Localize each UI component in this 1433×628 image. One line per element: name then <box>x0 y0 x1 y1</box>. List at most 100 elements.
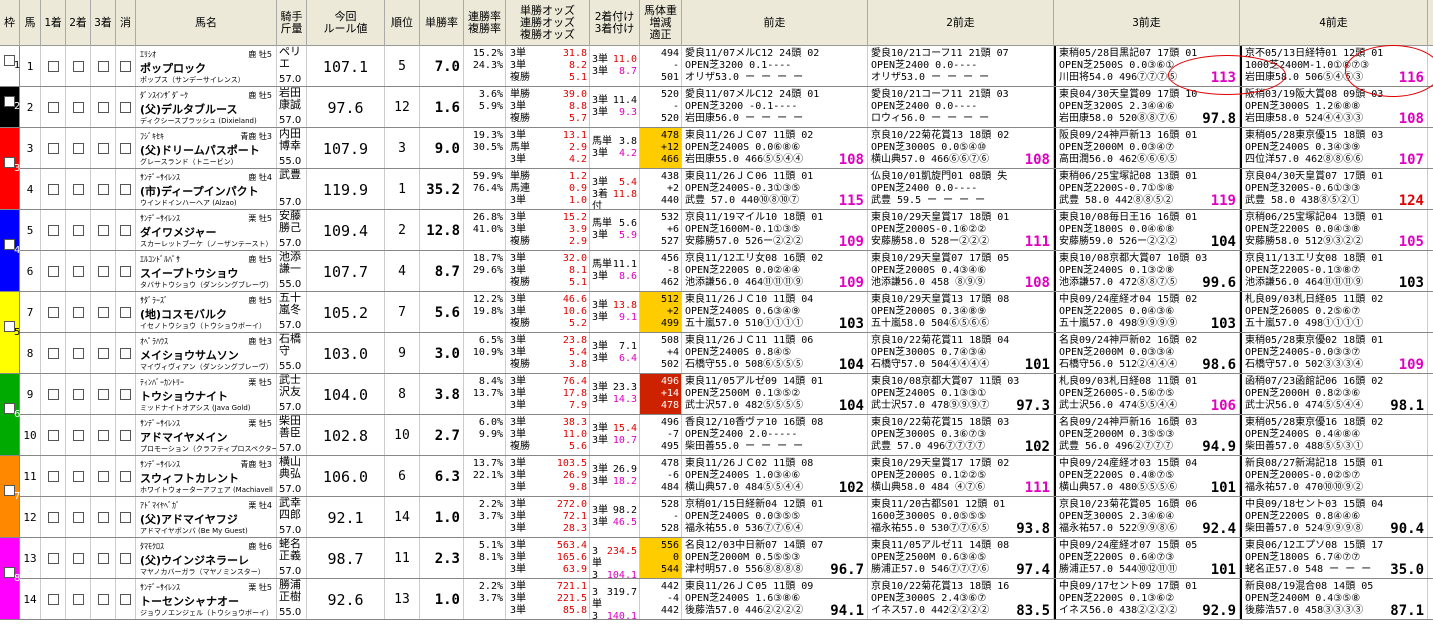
horse-name-cell[interactable]: ﾀﾞﾝｽｲﾝｻﾞﾀﾞｰｸ 鹿 牡5 (父)デルタブルース ディクシースプラッシュ (D… <box>136 87 277 127</box>
horse-name-cell[interactable]: ｴﾙｺﾝﾄﾞﾙﾊﾟｻ 鹿 牡5 スイープトウショウ タバサトウショウ（ダンシングブレー… <box>136 251 277 291</box>
check-scratch-checkbox[interactable] <box>120 553 131 564</box>
check-scratch-checkbox[interactable] <box>120 225 131 236</box>
check-3rd-checkbox[interactable] <box>97 471 109 482</box>
odds-line: 3単 31.8 <box>506 48 589 60</box>
horse-name[interactable]: (地)コスモバルク <box>140 306 227 322</box>
horse-name[interactable]: (市)ディープインパクト <box>140 183 259 199</box>
body-weight-line: 0 <box>672 552 679 563</box>
check-3rd-cell <box>91 87 116 127</box>
check-1st-checkbox[interactable] <box>47 553 59 564</box>
check-2nd-checkbox[interactable] <box>72 594 84 605</box>
check-3rd-checkbox[interactable] <box>97 307 109 318</box>
check-scratch-checkbox[interactable] <box>120 266 131 277</box>
check-1st-checkbox[interactable] <box>47 594 59 605</box>
check-2nd-checkbox[interactable] <box>72 553 84 564</box>
horse-number: 5 <box>20 210 41 250</box>
check-2nd-checkbox[interactable] <box>72 307 84 318</box>
horse-name-cell[interactable]: ｻﾝﾃﾞｰｻｲﾚﾝｽ 鹿 牡4 (市)ディープインパクト ウインドインハーヘア (Al… <box>136 169 277 209</box>
check-3rd-checkbox[interactable] <box>97 61 109 72</box>
check-1st-checkbox[interactable] <box>47 143 59 154</box>
race-jockey: 石橋守57.0 504④④④④ <box>871 359 990 370</box>
check-3rd-checkbox[interactable] <box>97 594 109 605</box>
horse-name-cell[interactable]: ｻﾝﾃﾞｰｻｲﾚﾝｽ 栗 牡5 アドマイヤメイン プロモーション（クラフティプロスペク… <box>136 415 277 455</box>
horse-name-cell[interactable]: ｱﾄﾞﾏｲﾔﾍﾞｶﾞ 栗 牡4 (父)アドマイヤフジ アドマイヤボンバ (Be My … <box>136 497 277 537</box>
check-1st-checkbox[interactable] <box>47 61 59 72</box>
check-scratch-checkbox[interactable] <box>120 184 131 195</box>
check-scratch-checkbox[interactable] <box>120 102 131 113</box>
jockey-weight: 57.0 <box>279 197 302 208</box>
prev-race-p4: 京良11/13エリ女08 18頭 01 OPEN芝2200S-0.1③⑧⑦ 池添謙5… <box>1240 251 1428 291</box>
check-2nd-checkbox[interactable] <box>72 348 84 359</box>
horse-name-cell[interactable]: ｻﾝﾃﾞｰｻｲﾚﾝｽ 栗 牡5 トーセンシャナオー ジョウノエンジェル（トウショウボー… <box>136 579 277 619</box>
horse-name[interactable]: スウィフトカレント <box>140 470 239 486</box>
check-2nd-checkbox[interactable] <box>72 102 84 113</box>
check-3rd-checkbox[interactable] <box>97 430 109 441</box>
horse-name-cell[interactable]: ｻﾀﾞﾗｰｽﾞ 鹿 牡5 (地)コスモバルク イセノトウショウ（トウショウボーイ） <box>136 292 277 332</box>
check-scratch-checkbox[interactable] <box>120 389 131 400</box>
horse-name[interactable]: (父)アドマイヤフジ <box>140 511 238 527</box>
horse-name-cell[interactable]: ﾀﾏﾓｸﾛｽ 鹿 牡6 (父)ウインジネラーレ マヤノカバーガラ（マヤノミンスター） <box>136 538 277 578</box>
horse-name[interactable]: メイショウサムソン <box>140 347 239 363</box>
prev-race-p1: 香良12/10香ヴァ10 16頭 08 OPEN芝2400 2.0----- 柴田善… <box>682 415 868 455</box>
check-1st-checkbox[interactable] <box>47 471 59 482</box>
check-2nd-checkbox[interactable] <box>72 512 84 523</box>
race-score: 108 <box>1398 111 1424 127</box>
horse-name[interactable]: ダイワメジャー <box>140 224 216 240</box>
horse-name[interactable]: (父)デルタブルース <box>140 101 238 117</box>
check-3rd-checkbox[interactable] <box>97 266 109 277</box>
horse-name[interactable]: トーセンシャナオー <box>140 593 239 609</box>
race-line-3: 池添謙56.0 464⑪⑪⑪⑨ 103 <box>1245 276 1424 290</box>
horse-name-cell[interactable]: ﾌｼﾞｷｾｷ 青鹿 牡3 (父)ドリームパスポート グレースランド（トニービン） <box>136 128 277 168</box>
check-2nd-checkbox[interactable] <box>72 143 84 154</box>
horse-name-cell[interactable]: ｴﾘｼｵ 鹿 牡5 ポップロック ポップス（サンデーサイレンス） <box>136 46 277 86</box>
check-3rd-checkbox[interactable] <box>97 143 109 154</box>
horse-name[interactable]: アドマイヤメイン <box>140 429 227 445</box>
check-1st-checkbox[interactable] <box>47 225 59 236</box>
check-scratch-checkbox[interactable] <box>120 143 131 154</box>
check-1st-checkbox[interactable] <box>47 184 59 195</box>
check-scratch-checkbox[interactable] <box>120 430 131 441</box>
race-line-3: 池添謙57.0 472⑧⑧⑦⑤ 99.6 <box>1059 276 1236 290</box>
race-jockey: 福永祐55.0 530⑦⑦⑥⑤ <box>871 523 990 534</box>
horse-name[interactable]: (父)ドリームパスポート <box>140 142 260 158</box>
horse-name[interactable]: (父)ウインジネラーレ <box>140 552 249 568</box>
horse-name[interactable]: ポップロック <box>140 60 206 76</box>
check-2nd-checkbox[interactable] <box>72 184 84 195</box>
check-2nd-checkbox[interactable] <box>72 225 84 236</box>
prev-race-p1: 東良11/26ＪＣ07 11頭 02 OPEN芝2400S 0.0⑥⑧⑥ 岩田康55… <box>682 128 868 168</box>
check-scratch-checkbox[interactable] <box>120 348 131 359</box>
horse-name-cell[interactable]: ｻﾝﾃﾞｰｻｲﾚﾝｽ 栗 牡5 ダイワメジャー スカーレットブーケ（ノーザンテースト） <box>136 210 277 250</box>
check-2nd-checkbox[interactable] <box>72 61 84 72</box>
check-3rd-checkbox[interactable] <box>97 348 109 359</box>
dam-line: ジョウノエンジェル（トウショウボーイ） <box>140 609 273 617</box>
check-3rd-checkbox[interactable] <box>97 225 109 236</box>
race-score: 93.8 <box>1016 521 1050 537</box>
check-2nd-checkbox[interactable] <box>72 389 84 400</box>
check-1st-checkbox[interactable] <box>47 266 59 277</box>
horse-name[interactable]: トウショウナイト <box>140 388 228 404</box>
horse-name[interactable]: スイープトウショウ <box>140 265 238 281</box>
check-2nd-checkbox[interactable] <box>72 430 84 441</box>
horse-name-cell[interactable]: ﾃｨﾝﾊﾞｰｶﾝﾄﾘｰ 栗 牡5 トウショウナイト ミッドナイトオアシス (Java … <box>136 374 277 414</box>
check-1st-checkbox[interactable] <box>47 389 59 400</box>
horse-name-cell[interactable]: ｻﾝﾃﾞｰｻｲﾚﾝｽ 青鹿 牡3 スウィフトカレント ホワイトウォーターアフェア (M… <box>136 456 277 496</box>
check-3rd-checkbox[interactable] <box>97 102 109 113</box>
check-2nd-checkbox[interactable] <box>72 266 84 277</box>
horse-name-cell[interactable]: ｵﾍﾟﾗﾊｳｽ 鹿 牡3 メイショウサムソン マイヴィヴィアン（ダンシングブレーヴ） <box>136 333 277 373</box>
check-1st-checkbox[interactable] <box>47 307 59 318</box>
check-3rd-checkbox[interactable] <box>97 389 109 400</box>
check-scratch-checkbox[interactable] <box>120 471 131 482</box>
check-3rd-checkbox[interactable] <box>97 512 109 523</box>
check-1st-checkbox[interactable] <box>47 512 59 523</box>
check-3rd-checkbox[interactable] <box>97 553 109 564</box>
check-scratch-checkbox[interactable] <box>120 594 131 605</box>
check-1st-checkbox[interactable] <box>47 102 59 113</box>
odds-line: 3単 85.8 <box>506 605 589 617</box>
check-1st-checkbox[interactable] <box>47 348 59 359</box>
check-1st-checkbox[interactable] <box>47 430 59 441</box>
check-scratch-checkbox[interactable] <box>120 307 131 318</box>
check-3rd-checkbox[interactable] <box>97 184 109 195</box>
check-scratch-checkbox[interactable] <box>120 512 131 523</box>
check-2nd-checkbox[interactable] <box>72 471 84 482</box>
check-scratch-checkbox[interactable] <box>120 61 131 72</box>
